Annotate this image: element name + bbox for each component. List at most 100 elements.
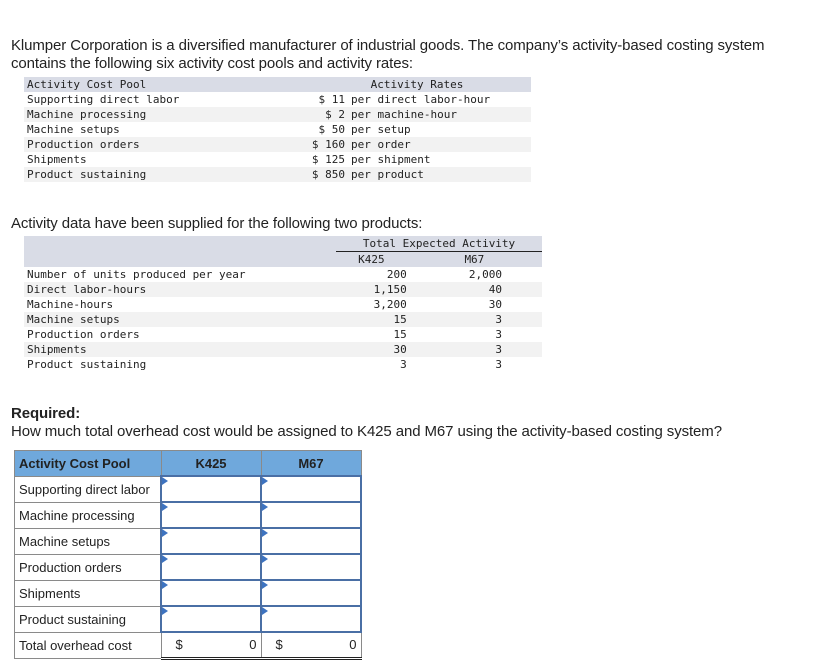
activity-k425-value: 30 bbox=[336, 342, 407, 357]
k425-machine-processing-input[interactable] bbox=[162, 505, 260, 525]
input-flag-icon bbox=[162, 529, 168, 537]
input-flag-icon bbox=[262, 607, 268, 615]
rates-row: Product sustaining $ 850 per product bbox=[24, 167, 531, 182]
rates-pool: Machine processing bbox=[24, 107, 303, 122]
m67-shipments-input[interactable] bbox=[262, 583, 360, 603]
activity-k425-value: 3,200 bbox=[373, 298, 407, 311]
required-title: Required: bbox=[11, 405, 81, 422]
k425-machine-setups-input[interactable] bbox=[162, 531, 260, 551]
answer-grid: Activity Cost Pool K425 M67 Supporting d… bbox=[14, 450, 362, 660]
activity-k425-value: 3 bbox=[400, 358, 407, 371]
m67-cell bbox=[260, 501, 362, 529]
m67-total-cell: $ 0 bbox=[260, 631, 362, 660]
total-label: Total overhead cost bbox=[14, 631, 162, 659]
activity-label: Shipments bbox=[24, 342, 337, 357]
activity-col-header-row: K425 M67 bbox=[24, 251, 542, 267]
activity-label: Machine-hours bbox=[27, 298, 114, 311]
rates-unit: per setup bbox=[351, 123, 411, 136]
input-flag-icon bbox=[262, 529, 268, 537]
m67-machine-processing-input[interactable] bbox=[262, 505, 360, 525]
m67-supporting-direct-labor-input[interactable] bbox=[262, 479, 360, 499]
rates-row: Production orders $ 160 per order bbox=[24, 137, 531, 152]
activity-group-header: Total Expected Activity bbox=[336, 236, 542, 252]
answer-row: Production orders bbox=[14, 553, 362, 581]
input-flag-icon bbox=[262, 581, 268, 589]
activity-label: Machine setups bbox=[24, 312, 337, 327]
rates-pool: Production orders bbox=[24, 137, 303, 152]
m67-cell bbox=[260, 605, 362, 633]
rates-pool: Product sustaining bbox=[24, 167, 303, 182]
rates-row: Supporting direct labor $ 11 per direct … bbox=[24, 92, 531, 107]
activity-m67-value: 40 bbox=[406, 282, 542, 297]
m67-production-orders-input[interactable] bbox=[262, 557, 360, 577]
currency-symbol: $ bbox=[275, 637, 283, 652]
activity-intro-paragraph: Activity data have been supplied for the… bbox=[11, 215, 423, 232]
activity-row: Product sustaining 3 3 bbox=[24, 357, 542, 372]
m67-machine-setups-input[interactable] bbox=[262, 531, 360, 551]
k425-product-sustaining-input[interactable] bbox=[162, 609, 260, 629]
rates-pool: Supporting direct labor bbox=[27, 93, 180, 106]
answer-header-pool: Activity Cost Pool bbox=[14, 450, 162, 477]
input-flag-icon bbox=[162, 607, 168, 615]
input-flag-icon bbox=[262, 477, 268, 485]
answer-row: Product sustaining bbox=[14, 605, 362, 633]
rates-row: Shipments $ 125 per shipment bbox=[24, 152, 531, 167]
answer-row-label: Product sustaining bbox=[14, 605, 162, 633]
input-flag-icon bbox=[262, 555, 268, 563]
activity-label: Product sustaining bbox=[27, 358, 147, 371]
rates-amount: $ 125 bbox=[311, 153, 345, 166]
activity-label: Production orders bbox=[27, 328, 140, 341]
input-flag-icon bbox=[162, 581, 168, 589]
activity-m67-value: 3 bbox=[406, 342, 542, 357]
activity-m67-value: 30 bbox=[488, 298, 502, 311]
input-flag-icon bbox=[262, 503, 268, 511]
activity-row: Direct labor-hours 1,150 40 bbox=[24, 282, 542, 297]
input-flag-icon bbox=[162, 477, 168, 485]
m67-cell bbox=[260, 475, 362, 503]
rates-amount: $ 160 bbox=[303, 137, 345, 152]
m67-product-sustaining-input[interactable] bbox=[262, 609, 360, 629]
activity-col-k425: K425 bbox=[336, 251, 407, 267]
rates-header-pool: Activity Cost Pool bbox=[24, 77, 303, 92]
k425-shipments-input[interactable] bbox=[162, 583, 260, 603]
total-row: Total overhead cost $ 0 $ 0 bbox=[14, 631, 362, 660]
answer-header-m67: M67 bbox=[260, 450, 362, 477]
activity-k425-value: 15 bbox=[393, 328, 407, 341]
answer-row-label: Machine setups bbox=[14, 527, 162, 555]
activity-group-header-row: Total Expected Activity bbox=[24, 236, 542, 252]
answer-row: Machine processing bbox=[14, 501, 362, 529]
activity-label: Number of units produced per year bbox=[27, 268, 246, 281]
k425-supporting-direct-labor-input[interactable] bbox=[162, 479, 260, 499]
rates-unit: per machine-hour bbox=[345, 107, 531, 122]
activity-row: Shipments 30 3 bbox=[24, 342, 542, 357]
rates-unit: per direct labor-hour bbox=[351, 93, 491, 106]
activity-k425-value: 200 bbox=[386, 268, 407, 281]
m67-cell bbox=[260, 527, 362, 555]
k425-production-orders-input[interactable] bbox=[162, 557, 260, 577]
answer-row: Machine setups bbox=[14, 527, 362, 555]
answer-row-label: Shipments bbox=[14, 579, 162, 607]
activity-header-blank bbox=[24, 251, 337, 267]
rates-unit: per order bbox=[345, 137, 531, 152]
currency-symbol: $ bbox=[175, 637, 183, 652]
activity-m67-value: 3 bbox=[495, 328, 502, 341]
activity-label: Direct labor-hours bbox=[24, 282, 337, 297]
activity-m67-value: 3 bbox=[406, 312, 542, 327]
rates-unit: per shipment bbox=[351, 153, 431, 166]
answer-row: Shipments bbox=[14, 579, 362, 607]
k425-total-value: 0 bbox=[249, 637, 257, 652]
k425-cell bbox=[160, 553, 262, 581]
m67-cell bbox=[260, 553, 362, 581]
activity-k425-value: 1,150 bbox=[336, 282, 407, 297]
activity-rates-table: Activity Cost Pool Activity Rates Suppor… bbox=[24, 77, 531, 182]
rates-amount: $ 50 bbox=[318, 123, 346, 136]
input-flag-icon bbox=[162, 555, 168, 563]
activity-row: Production orders 15 3 bbox=[24, 327, 542, 342]
activity-row: Number of units produced per year 200 2,… bbox=[24, 267, 542, 282]
activity-m67-value: 3 bbox=[495, 358, 502, 371]
rates-row: Machine processing $ 2 per machine-hour bbox=[24, 107, 531, 122]
answer-row: Supporting direct labor bbox=[14, 475, 362, 503]
rates-row: Machine setups $ 50 per setup bbox=[24, 122, 531, 137]
k425-cell bbox=[160, 527, 262, 555]
required-question: How much total overhead cost would be as… bbox=[11, 423, 722, 440]
